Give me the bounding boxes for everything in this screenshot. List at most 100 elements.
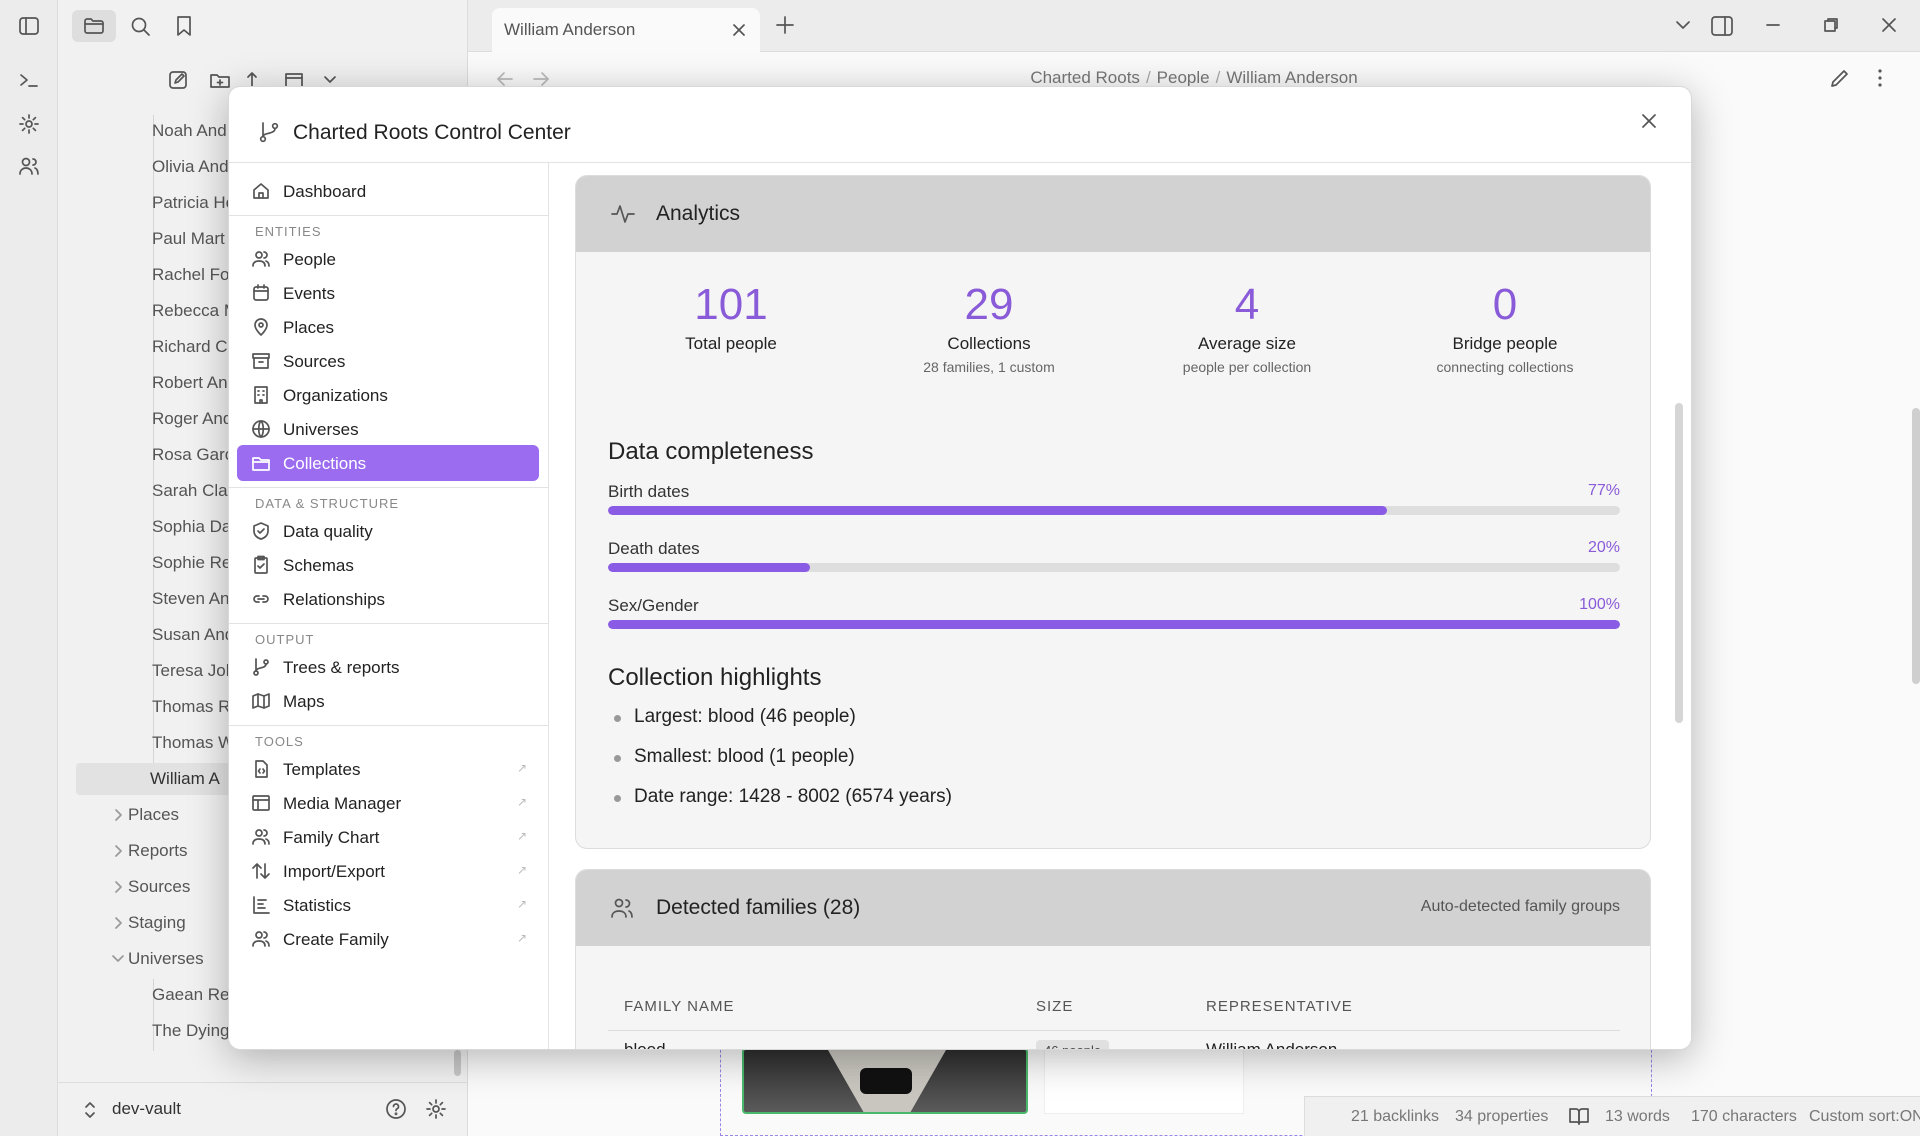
tree-folder-item[interactable]: Universes [108,943,204,975]
nav-templates[interactable]: Templates ↗ [237,751,539,787]
people-icon[interactable] [15,152,43,180]
book-icon[interactable] [1567,1105,1591,1127]
tree-file-item[interactable]: Richard Co [150,331,237,363]
stat-value: 101 [694,280,768,329]
breadcrumb-item[interactable]: People [1157,68,1210,87]
tree-folder-item[interactable]: Reports [108,835,188,867]
nav-create-family[interactable]: Create Family ↗ [237,921,539,957]
tree-file-item[interactable]: Patricia He [150,187,235,219]
tree-file-item[interactable]: Roger And [150,403,232,435]
gear-icon[interactable] [424,1097,448,1121]
tree-file-item[interactable]: Rachel Fo [150,259,229,291]
nav-universes[interactable]: Universes [237,411,539,447]
nav-dashboard[interactable]: Dashboard [237,173,539,209]
nav-collections[interactable]: Collections [237,445,539,481]
restore-icon[interactable] [1820,14,1842,36]
chevron-right-icon[interactable] [110,871,126,903]
tree-file-item[interactable]: Thomas W [150,727,234,759]
chevron-right-icon[interactable] [110,835,126,867]
bookmark-icon[interactable] [162,10,206,42]
nav-data-quality[interactable]: Data quality [237,513,539,549]
tree-file-item[interactable]: Thomas R [150,691,230,723]
nav-people[interactable]: People [237,241,539,277]
folder-icon[interactable] [72,10,116,42]
ribbon [0,0,58,1136]
new-note-icon[interactable] [164,66,192,94]
chevron-down-icon[interactable] [1672,14,1694,36]
tree-file-item[interactable]: Rebecca M [150,295,238,327]
modal-title: Charted Roots Control Center [293,121,571,144]
nav-events[interactable]: Events [237,275,539,311]
vault-bar: dev-vault [58,1082,467,1136]
nav-label: Places [283,318,335,337]
tree-file-item[interactable]: Steven An [150,583,230,615]
help-icon[interactable] [384,1097,408,1121]
status-properties[interactable]: 34 properties [1455,1108,1548,1126]
chevron-down-icon[interactable] [110,943,126,975]
breadcrumb-item[interactable]: William Anderson [1226,68,1357,87]
nav-relationships[interactable]: Relationships [237,581,539,617]
pencil-icon[interactable] [1828,66,1852,90]
chevron-right-icon[interactable] [110,799,126,831]
tree-file-item[interactable]: Sophie Re [150,547,231,579]
nav-family-chart[interactable]: Family Chart ↗ [237,819,539,855]
modal-scrollbar[interactable] [1675,403,1683,723]
stat-bridge-people: 0 Bridge people connecting collections [1376,280,1634,375]
analytics-title: Analytics [656,202,741,225]
tree-file-item[interactable]: Olivia And [150,151,229,183]
tab-william-anderson[interactable]: William Anderson [492,8,760,52]
tree-file-item[interactable]: The Dying [150,1015,229,1047]
status-backlinks[interactable]: 21 backlinks [1351,1108,1439,1126]
nav-schemas[interactable]: Schemas [237,547,539,583]
minimize-icon[interactable] [1762,14,1784,36]
toggle-sidebar-icon[interactable] [15,12,43,40]
nav-sources[interactable]: Sources [237,343,539,379]
close-icon[interactable] [1635,107,1663,135]
status-sort[interactable]: Custom sort:ON [1809,1108,1920,1126]
sidebar-scrollbar[interactable] [454,1050,461,1076]
nav-import-export[interactable]: Import/Export ↗ [237,853,539,889]
nav-statistics[interactable]: Statistics ↗ [237,887,539,923]
close-icon[interactable] [730,21,748,39]
tree-folder-item[interactable]: Staging [108,907,186,939]
portrait-image[interactable] [742,1048,1028,1114]
nav-places[interactable]: Places [237,309,539,345]
nav-trees-reports[interactable]: Trees & reports [237,649,539,685]
family-name-cell[interactable]: blood [624,1040,666,1049]
nav-media-manager[interactable]: Media Manager ↗ [237,785,539,821]
column-header-size[interactable]: SIZE [1036,998,1073,1015]
tree-file-item[interactable]: Teresa Joh [150,655,235,687]
tree-file-item[interactable]: Sarah Clar [150,475,233,507]
tree-file-item[interactable]: Sophia Da [150,511,231,543]
tree-file-item[interactable]: Paul Mart [150,223,225,255]
search-icon[interactable] [118,10,162,42]
tree-file-item[interactable]: Noah And [150,115,227,147]
more-options-icon[interactable] [1868,66,1892,90]
breadcrumb-item[interactable]: Charted Roots [1030,68,1140,87]
chevron-right-icon[interactable] [110,907,126,939]
nav-maps[interactable]: Maps [237,683,539,719]
tree-folder-label: Staging [128,913,186,932]
tree-folder-item[interactable]: Places [108,799,179,831]
analytics-card: Analytics 101 Total people 29 Collection… [575,175,1651,849]
tree-file-item[interactable]: Rosa Garc [150,439,233,471]
column-header-family-name[interactable]: FAMILY NAME [624,998,734,1015]
tree-folder-item[interactable]: Sources [108,871,190,903]
nav-label: Relationships [283,590,386,609]
plus-icon[interactable] [774,14,796,36]
representative-cell[interactable]: William Anderson [1206,1040,1337,1049]
terminal-icon[interactable] [15,66,43,94]
nav-organizations[interactable]: Organizations [237,377,539,413]
gear-icon[interactable] [15,110,43,138]
main-scrollbar[interactable] [1912,408,1920,684]
vault-name[interactable]: dev-vault [112,1099,181,1119]
right-sidebar-icon[interactable] [1710,14,1734,38]
close-window-icon[interactable] [1878,14,1900,36]
vault-switch-icon[interactable] [80,1098,100,1122]
tree-file-item[interactable]: Susan And [150,619,234,651]
nav-label: Statistics [283,896,352,915]
people-icon [610,896,636,920]
tree-file-item[interactable]: Gaean Rea [150,979,239,1011]
tree-file-item[interactable]: Robert An [150,367,228,399]
column-header-representative[interactable]: REPRESENTATIVE [1206,998,1353,1015]
